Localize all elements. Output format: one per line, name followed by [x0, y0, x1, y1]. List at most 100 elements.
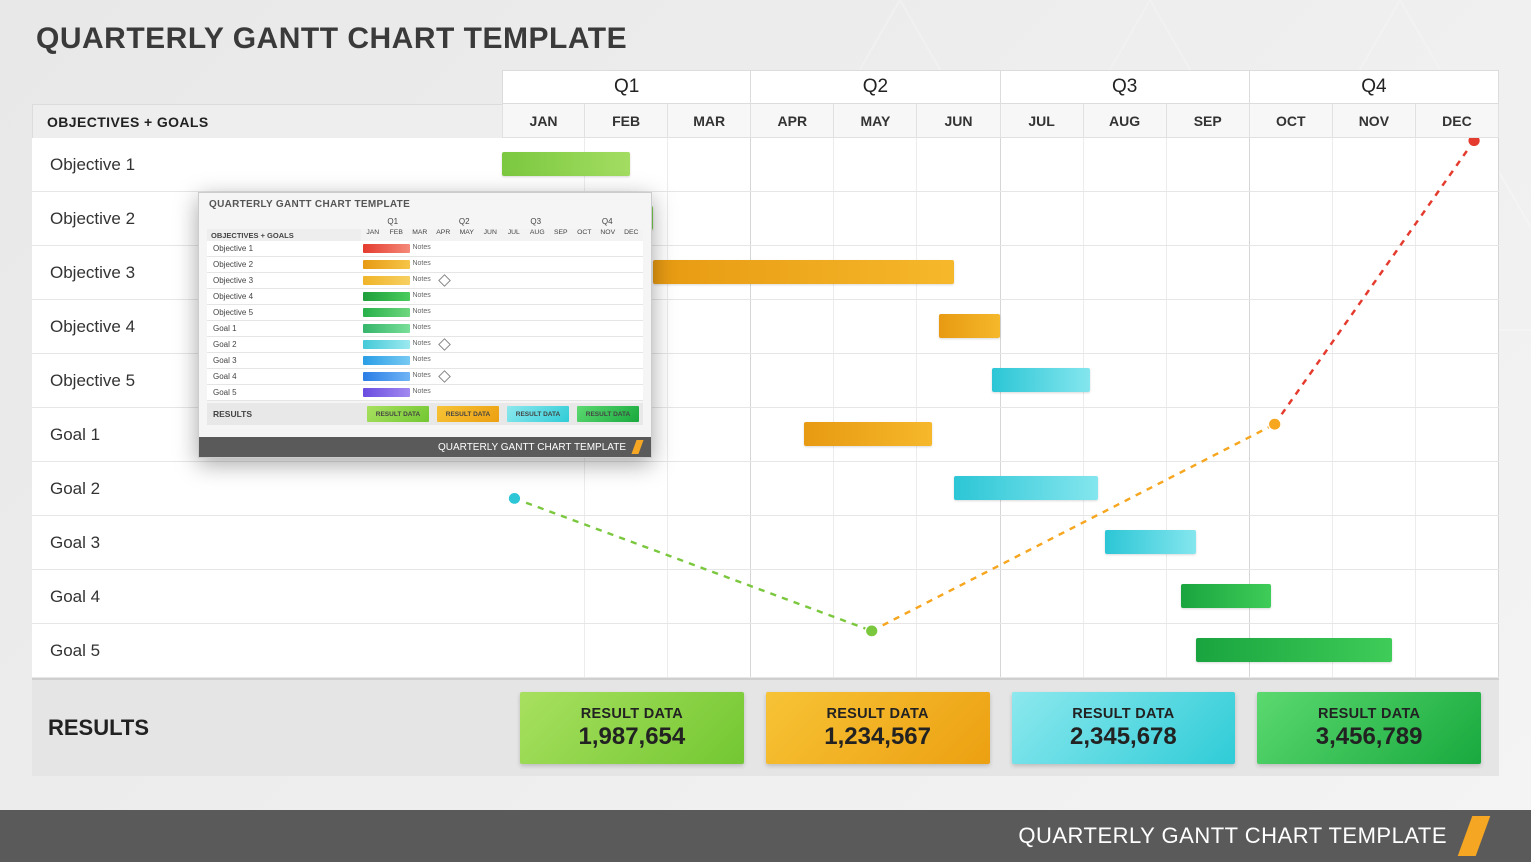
result-value: 1,234,567: [824, 723, 931, 751]
quarter-header: Q4: [1250, 70, 1499, 104]
thumb-cells: Notes: [363, 273, 643, 288]
thumb-bar: [363, 292, 410, 301]
thumb-bar: [363, 356, 410, 365]
thumb-bar: [363, 372, 410, 381]
thumb-note: Notes: [412, 276, 430, 283]
thumb-row-label: Objective 2: [207, 257, 363, 272]
result-value: 1,987,654: [578, 723, 685, 751]
thumb-row-label: Goal 5: [207, 385, 363, 400]
thumb-cells: Notes: [363, 289, 643, 304]
gantt-bar[interactable]: [1196, 638, 1392, 662]
milestone-diamond-icon: [439, 338, 452, 351]
milestone-diamond-icon: [439, 274, 452, 287]
thumb-row-label: Goal 1: [207, 321, 363, 336]
month-header-row: JANFEBMARAPRMAYJUNJULAUGSEPOCTNOVDEC: [502, 104, 1499, 138]
month-header: JUL: [1001, 104, 1084, 138]
thumb-result-box: RESULT DATA: [507, 406, 569, 422]
thumb-note: Notes: [412, 244, 430, 251]
thumb-month: APR: [432, 229, 456, 241]
gantt-bar[interactable]: [1181, 584, 1271, 608]
thumb-month: MAR: [408, 229, 432, 241]
gantt-bar[interactable]: [939, 314, 999, 338]
month-header: MAY: [834, 104, 917, 138]
result-box[interactable]: RESULT DATA3,456,789: [1257, 692, 1481, 764]
row-header-label: OBJECTIVES + GOALS: [32, 104, 517, 140]
thumb-row: Objective 3 Notes: [207, 273, 643, 289]
thumb-bar: [363, 308, 410, 317]
thumb-footer-text: QUARTERLY GANTT CHART TEMPLATE: [438, 442, 626, 453]
thumb-row-label: Goal 4: [207, 369, 363, 384]
quarter-header: Q3: [1001, 70, 1250, 104]
thumb-cells: Notes: [363, 369, 643, 384]
thumb-row-label: Objective 5: [207, 305, 363, 320]
thumb-row-label: Goal 2: [207, 337, 363, 352]
gantt-bar[interactable]: [954, 476, 1097, 500]
results-label: RESULTS: [32, 680, 518, 776]
thumb-month: JUN: [479, 229, 503, 241]
thumb-month: MAY: [455, 229, 479, 241]
month-header: NOV: [1333, 104, 1416, 138]
month-header: FEB: [585, 104, 668, 138]
result-box[interactable]: RESULT DATA1,234,567: [766, 692, 990, 764]
thumb-cells: Notes: [363, 337, 643, 352]
thumb-month: AUG: [526, 229, 550, 241]
thumb-month: OCT: [573, 229, 597, 241]
result-title: RESULT DATA: [581, 706, 683, 722]
thumb-note: Notes: [412, 260, 430, 267]
thumb-month: FEB: [385, 229, 409, 241]
result-title: RESULT DATA: [826, 706, 928, 722]
quarter-header: Q2: [751, 70, 1000, 104]
thumb-cells: Notes: [363, 321, 643, 336]
thumb-row-header: OBJECTIVES + GOALS: [207, 229, 361, 241]
gantt-bar[interactable]: [1105, 530, 1195, 554]
thumb-quarter: Q4: [572, 217, 644, 229]
thumb-bar: [363, 260, 410, 269]
month-header: APR: [751, 104, 834, 138]
gantt-row: Goal 3: [32, 516, 1499, 570]
thumb-note: Notes: [412, 340, 430, 347]
row-label: Goal 2: [32, 462, 521, 515]
accent-stripe-icon: [631, 440, 643, 454]
thumb-quarter: Q3: [500, 217, 572, 229]
gantt-row: Goal 4: [32, 570, 1499, 624]
quarter-header-row: Q1Q2Q3Q4: [502, 70, 1499, 104]
gantt-bar[interactable]: [992, 368, 1090, 392]
results-boxes: RESULT DATA1,987,654RESULT DATA1,234,567…: [502, 692, 1499, 764]
thumb-results: RESULTSRESULT DATARESULT DATARESULT DATA…: [207, 403, 643, 425]
month-header: MAR: [668, 104, 751, 138]
result-box[interactable]: RESULT DATA2,345,678: [1012, 692, 1236, 764]
thumb-month: JAN: [361, 229, 385, 241]
month-header: JUN: [917, 104, 1000, 138]
result-title: RESULT DATA: [1072, 706, 1174, 722]
thumb-result-box: RESULT DATA: [577, 406, 639, 422]
gantt-row: Objective 1: [32, 138, 1499, 192]
thumb-row: Objective 2 Notes: [207, 257, 643, 273]
gantt-row: Goal 5: [32, 624, 1499, 678]
thumb-row-label: Objective 3: [207, 273, 363, 288]
thumb-row-label: Objective 4: [207, 289, 363, 304]
row-label: Goal 3: [32, 516, 521, 569]
thumb-quarter: Q2: [429, 217, 501, 229]
row-label: Goal 5: [32, 624, 521, 677]
thumb-bar: [363, 324, 410, 333]
gantt-bar[interactable]: [804, 422, 932, 446]
row-label: Objective 1: [32, 138, 521, 191]
thumb-row-label: Goal 3: [207, 353, 363, 368]
thumb-grid: Q1Q2Q3Q4OBJECTIVES + GOALSJANFEBMARAPRMA…: [207, 217, 643, 409]
thumb-cells: Notes: [363, 241, 643, 256]
thumb-row: Goal 4 Notes: [207, 369, 643, 385]
gantt-bar[interactable]: [653, 260, 955, 284]
month-header: DEC: [1416, 104, 1499, 138]
thumb-row: Goal 2 Notes: [207, 337, 643, 353]
row-grid: [502, 516, 1499, 569]
gantt-bar[interactable]: [502, 152, 630, 176]
thumb-row: Goal 5 Notes: [207, 385, 643, 401]
row-grid: [502, 138, 1499, 191]
thumb-cells: Notes: [363, 353, 643, 368]
month-header: OCT: [1250, 104, 1333, 138]
milestone-diamond-icon: [439, 370, 452, 383]
thumb-note: Notes: [412, 372, 430, 379]
thumb-cells: Notes: [363, 385, 643, 400]
result-box[interactable]: RESULT DATA1,987,654: [520, 692, 744, 764]
thumb-month: DEC: [620, 229, 644, 241]
